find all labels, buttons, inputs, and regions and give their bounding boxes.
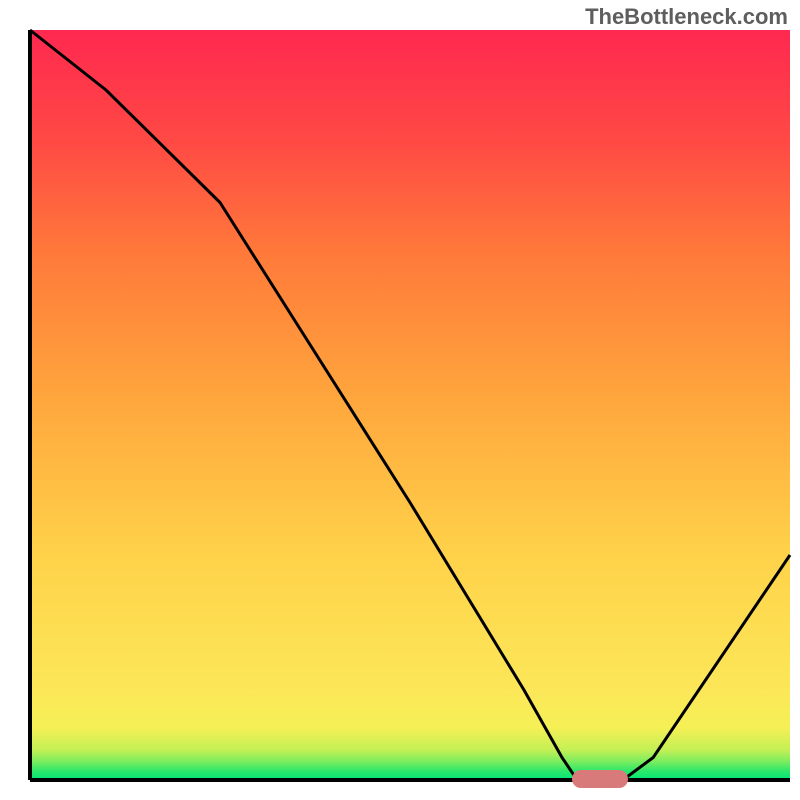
watermark-text: TheBottleneck.com [585,4,788,30]
bottleneck-chart [0,0,800,800]
optimal-marker [572,770,628,788]
gradient-background [30,30,790,780]
chart-container: TheBottleneck.com [0,0,800,800]
